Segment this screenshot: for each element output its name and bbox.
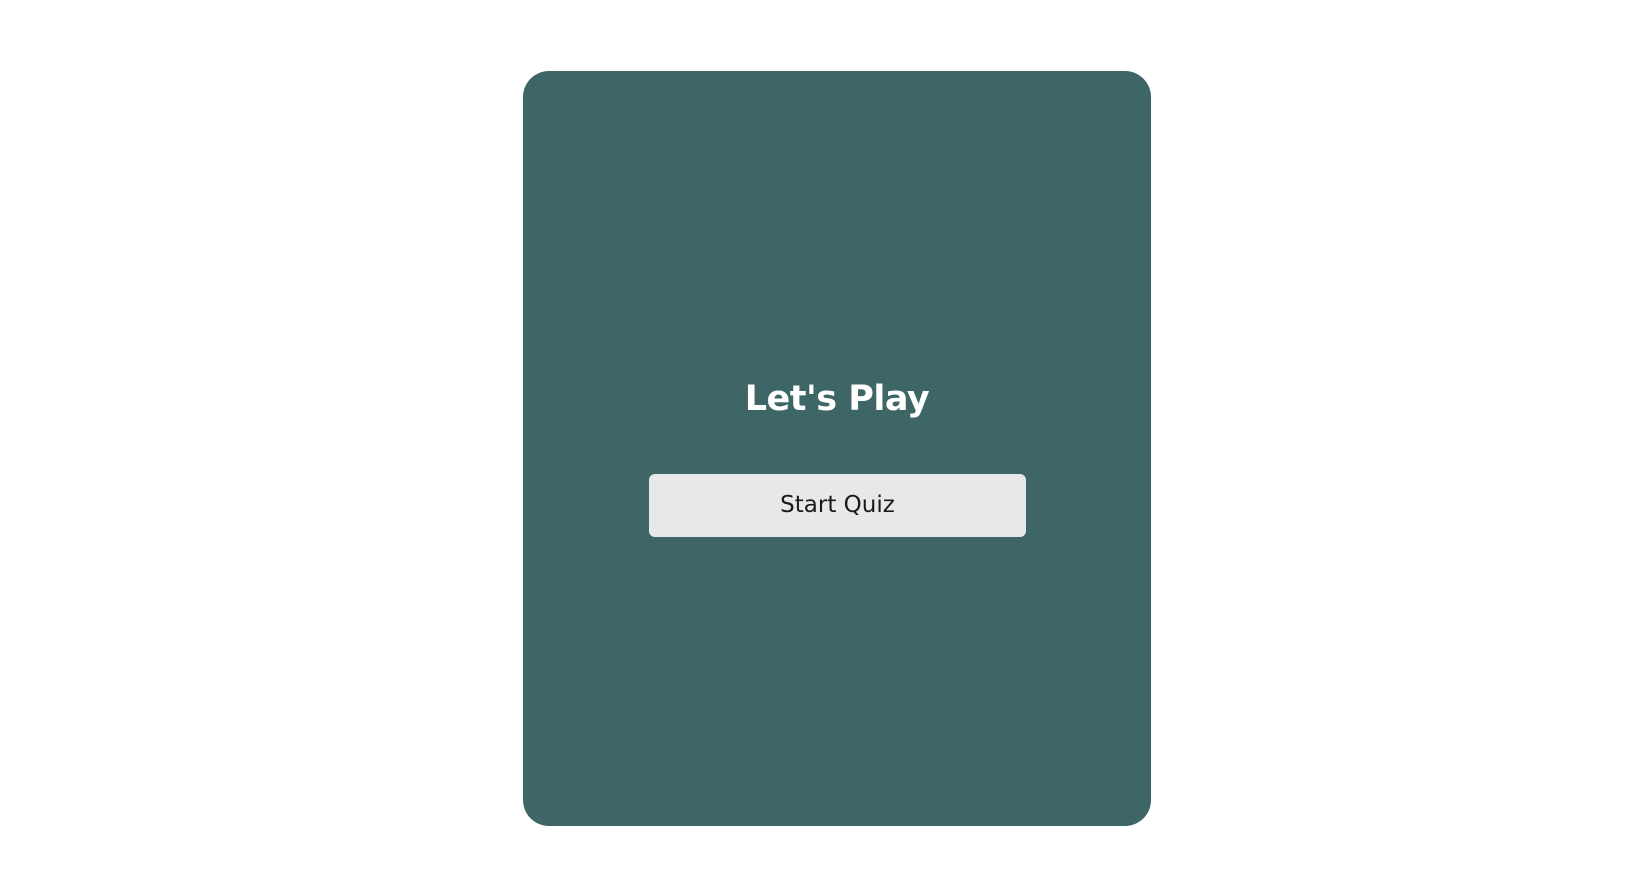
start-quiz-button[interactable]: Start Quiz	[649, 474, 1026, 537]
quiz-start-card: Let's Play Start Quiz	[523, 71, 1151, 826]
page-title: Let's Play	[744, 379, 930, 419]
